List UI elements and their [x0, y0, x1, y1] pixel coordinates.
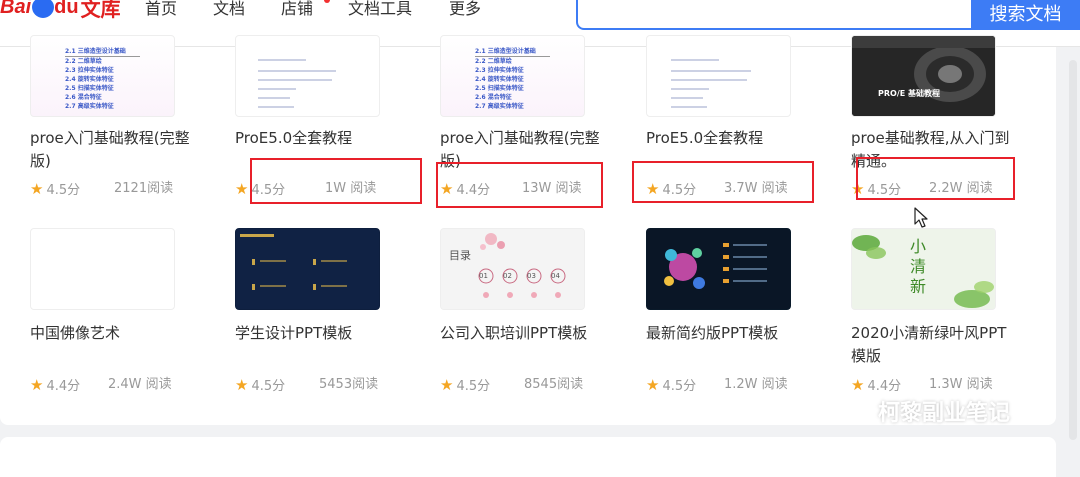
doc-rating: 4.4分: [46, 379, 81, 394]
doc-title[interactable]: ProE5.0全套教程: [646, 127, 811, 150]
floral-ppt-preview: [441, 229, 584, 309]
doc-thumbnail[interactable]: [646, 228, 791, 310]
logo-wenku-text: 文库: [80, 0, 121, 21]
star-icon: ★: [30, 376, 44, 394]
toc-line: 2.6 混合特征: [475, 94, 512, 101]
watermark-text: 柯黎副业笔记: [878, 401, 1011, 426]
toc-line: 2.3 拉伸实体特征: [475, 67, 524, 74]
toc-line: 2.6 混合特征: [65, 94, 102, 101]
toc-line: 2.4 旋转实体特征: [475, 76, 524, 83]
nav-new-dot: [324, 0, 330, 3]
nav-doc-tools[interactable]: 文档工具: [348, 0, 412, 19]
doc-thumbnail[interactable]: 2.1 三维造型设计基础 2.2 二维草绘 2.3 拉伸实体特征 2.4 旋转实…: [440, 35, 585, 117]
doc-thumbnail[interactable]: 目录 01 02 03 04: [440, 228, 585, 310]
star-icon: ★: [235, 180, 249, 198]
doc-rating: 4.4分: [867, 379, 902, 394]
nav-documents[interactable]: 文档: [213, 0, 245, 19]
toc-line: 2.5 扫描实体特征: [65, 85, 114, 92]
doc-meta: ★ 4.5分 8545阅读: [440, 376, 583, 394]
thumbnail-number: 04: [551, 272, 560, 280]
doc-title[interactable]: 2020小清新绿叶风PPT模版: [851, 322, 1016, 368]
doc-thumbnail[interactable]: [235, 35, 380, 117]
mouse-cursor-icon: [914, 207, 928, 228]
logo-bai-text: Bai: [0, 0, 32, 18]
toc-line: 2.4 旋转实体特征: [65, 76, 114, 83]
star-icon: ★: [440, 376, 454, 394]
toc-line: 2.1 三维造型设计基础: [475, 47, 550, 57]
doc-reads: 5453阅读: [319, 377, 379, 392]
thumbnail-toc: 2.1 三维造型设计基础 2.2 二维草绘 2.3 拉伸实体特征 2.4 旋转实…: [475, 47, 550, 111]
doc-rating: 4.5分: [456, 379, 491, 394]
thumbnail-caption: 小清新: [910, 237, 927, 296]
toc-line: 2.7 高级实体特征: [65, 103, 114, 110]
doc-meta: ★ 4.5分 1.2W 阅读: [646, 376, 788, 394]
watermark: 柯黎副业笔记: [834, 394, 1010, 428]
doc-reads: 2121阅读: [114, 181, 174, 196]
doc-title[interactable]: 中国佛像艺术: [30, 322, 195, 345]
thumbnail-number: 01: [479, 272, 488, 280]
star-icon: ★: [851, 376, 865, 394]
star-icon: ★: [30, 180, 44, 198]
search-button[interactable]: 搜索文档: [971, 0, 1080, 30]
doc-rating: 4.5分: [46, 183, 81, 198]
doc-meta: ★ 4.5分 5453阅读: [235, 376, 378, 394]
doc-thumbnail[interactable]: 小清新: [851, 228, 996, 310]
thumbnail-toc: 2.1 三维造型设计基础 2.2 二维草绘 2.3 拉伸实体特征 2.4 旋转实…: [65, 47, 140, 111]
thumbnail-caption: PRO/E 基础教程: [878, 89, 940, 98]
doc-reads: 2.4W 阅读: [108, 377, 172, 392]
doc-title[interactable]: ProE5.0全套教程: [235, 127, 400, 150]
doc-title[interactable]: 学生设计PPT模板: [235, 322, 400, 345]
thumbnail-number: 03: [527, 272, 536, 280]
doc-meta: ★ 4.4分 2.4W 阅读: [30, 376, 172, 394]
toc-line: 2.2 二维草绘: [475, 58, 512, 65]
baidu-paw-icon: [32, 0, 55, 18]
next-section-panel: [0, 437, 1056, 477]
dark-bubbles-ppt-preview: [647, 229, 790, 309]
machine-photo-image: [852, 36, 995, 116]
dark-ppt-preview: [236, 229, 379, 309]
highlight-box: [436, 162, 603, 208]
doc-rating: 4.5分: [251, 379, 286, 394]
doc-title[interactable]: 最新简约版PPT模板: [646, 322, 811, 345]
doc-rating: 4.5分: [662, 379, 697, 394]
search-input[interactable]: [576, 0, 976, 30]
highlight-box: [250, 158, 422, 204]
star-icon: ★: [235, 376, 249, 394]
doc-meta: ★ 4.5分 2121阅读: [30, 180, 173, 198]
doc-meta: ★ 4.4分 1.3W 阅读: [851, 376, 993, 394]
doc-reads: 1.3W 阅读: [929, 377, 993, 392]
highlight-box: [632, 161, 814, 203]
toc-line: 2.2 二维草绘: [65, 58, 102, 65]
doc-text-preview: [258, 59, 336, 108]
doc-thumbnail[interactable]: [235, 228, 380, 310]
thumbnail-caption: 目录: [449, 249, 471, 262]
toc-line: 2.3 拉伸实体特征: [65, 67, 114, 74]
thumbnail-number: 02: [503, 272, 512, 280]
nav-stores[interactable]: 店铺: [281, 0, 313, 19]
nav-more[interactable]: 更多: [449, 0, 481, 19]
doc-thumbnail[interactable]: PRO/E 基础教程: [851, 35, 996, 117]
doc-thumbnail[interactable]: 2.1 三维造型设计基础 2.2 二维草绘 2.3 拉伸实体特征 2.4 旋转实…: [30, 35, 175, 117]
nav-home[interactable]: 首页: [145, 0, 177, 19]
scrollbar[interactable]: [1069, 60, 1077, 440]
toc-line: 2.5 扫描实体特征: [475, 85, 524, 92]
doc-text-preview: [671, 59, 751, 108]
toc-line: 2.1 三维造型设计基础: [65, 47, 140, 57]
doc-title[interactable]: 公司入职培训PPT模板: [440, 322, 605, 345]
toc-line: 2.7 高级实体特征: [475, 103, 524, 110]
highlight-box: [856, 157, 1015, 200]
baidu-wenku-logo[interactable]: Bai du 文库: [0, 0, 121, 21]
doc-thumbnail[interactable]: [646, 35, 791, 117]
doc-reads: 8545阅读: [524, 377, 584, 392]
wechat-icon: [835, 399, 869, 423]
doc-title[interactable]: proe入门基础教程(完整版): [30, 127, 195, 173]
logo-du-text: du: [54, 0, 79, 18]
doc-thumbnail[interactable]: [30, 228, 175, 310]
star-icon: ★: [646, 376, 660, 394]
doc-reads: 1.2W 阅读: [724, 377, 788, 392]
